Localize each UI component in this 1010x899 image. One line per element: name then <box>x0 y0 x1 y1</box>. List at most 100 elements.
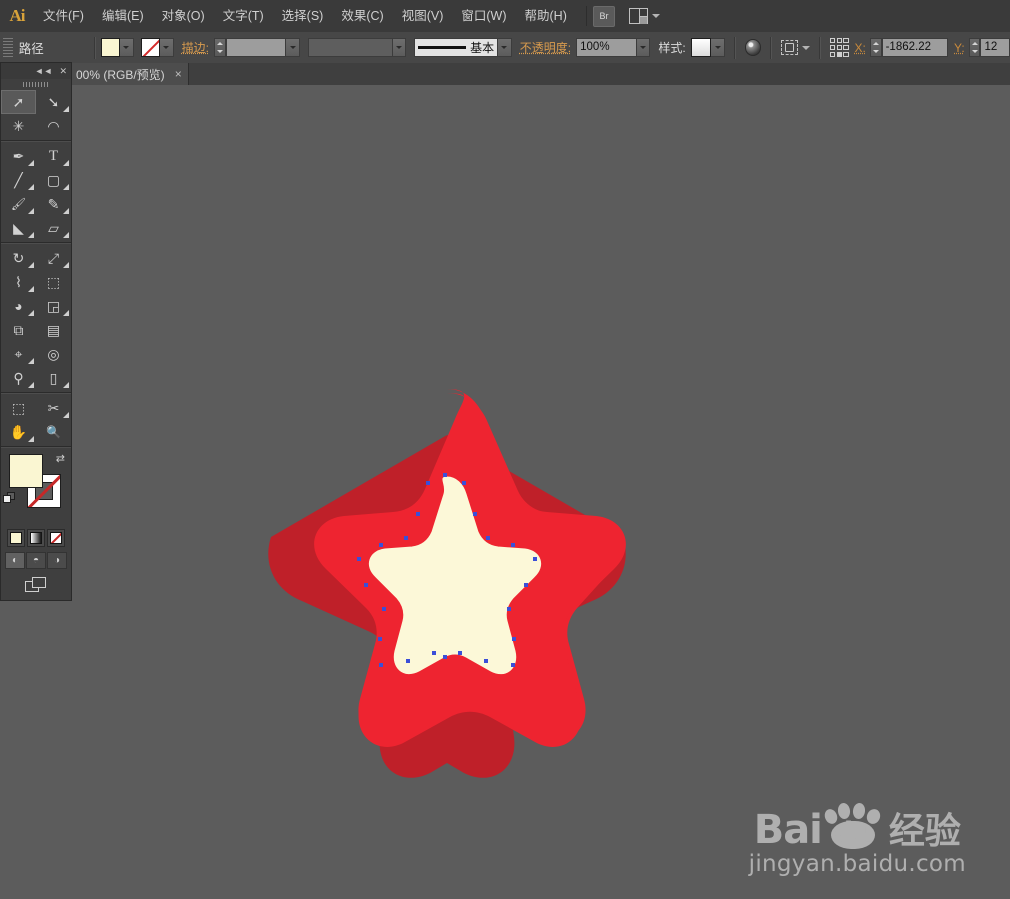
stroke-weight-stepper[interactable] <box>213 38 226 57</box>
stroke-weight-input[interactable] <box>225 38 287 57</box>
menu-item-type[interactable]: 文字(T) <box>214 0 273 32</box>
x-stepper[interactable] <box>869 38 882 57</box>
control-bar: 路径 描边: 基本 不透明度: 100% 样式: X: -1862.22 Y: … <box>0 32 1010 64</box>
menu-item-file[interactable]: 文件(F) <box>34 0 93 32</box>
tool-width[interactable]: ⌇ <box>1 270 36 294</box>
draw-mode-group: ◐ ◓ ◑ <box>1 549 71 572</box>
stroke-weight-dropdown-button[interactable] <box>286 38 300 57</box>
watermark-brand-du: du <box>833 817 873 848</box>
tool-group-selection: ➚ ➘ ✳ ◠ <box>1 90 71 138</box>
style-dropdown-button[interactable] <box>711 38 725 57</box>
tool-type[interactable]: T <box>36 144 71 168</box>
tool-mesh[interactable]: ⧉ <box>1 318 36 342</box>
tool-line-segment[interactable]: ╱ <box>1 168 36 192</box>
tool-perspective-grid[interactable]: ◲ <box>36 294 71 318</box>
tool-blend[interactable]: ◎ <box>36 342 71 366</box>
menu-item-view[interactable]: 视图(V) <box>393 0 453 32</box>
draw-inside-button[interactable]: ◑ <box>47 552 67 569</box>
default-fill-stroke-icon[interactable] <box>3 492 16 505</box>
stroke-profile-dropdown-button[interactable] <box>392 38 407 57</box>
stroke-dropdown-button[interactable] <box>159 38 174 57</box>
tool-group-transform: ↻ ⤢ ⌇ ⬚ ◕ ◲ ⧉ ▤ ⌖ ◎ ⚲ ▯ <box>1 246 71 390</box>
x-input[interactable]: -1862.22 <box>881 38 949 57</box>
menu-item-window[interactable]: 窗口(W) <box>452 0 515 32</box>
symbol-sprayer-tool-icon: ⚲ <box>13 370 24 386</box>
collapse-icon[interactable]: ◄◄ <box>35 66 53 76</box>
menu-item-select[interactable]: 选择(S) <box>273 0 333 32</box>
watermark-brand-latin: Bai <box>753 807 823 853</box>
none-mode-button[interactable] <box>47 529 65 547</box>
workspace-switcher-button[interactable] <box>629 8 660 24</box>
hand-tool-icon: ✋ <box>9 424 28 440</box>
align-object-icon[interactable] <box>781 40 799 55</box>
y-input[interactable]: 12 <box>980 38 1010 57</box>
tool-gradient[interactable]: ▤ <box>36 318 71 342</box>
tool-pen[interactable]: ✒ <box>1 144 36 168</box>
tool-rectangle[interactable]: ▢ <box>36 168 71 192</box>
tool-lasso[interactable]: ◠ <box>36 114 71 138</box>
tool-slice[interactable]: ✂ <box>36 396 71 420</box>
tool-direct-selection[interactable]: ➘ <box>36 90 71 114</box>
gradient-mode-button[interactable] <box>27 529 45 547</box>
swap-fill-stroke-icon[interactable]: ⇄ <box>56 452 65 465</box>
brush-dropdown-button[interactable] <box>498 38 512 57</box>
opacity-dropdown-button[interactable] <box>636 38 651 57</box>
tool-paintbrush[interactable]: 🖌 <box>1 192 36 216</box>
style-label: 样式: <box>658 41 686 55</box>
tool-free-transform[interactable]: ⬚ <box>36 270 71 294</box>
graphic-style-swatch[interactable] <box>690 38 712 57</box>
fill-color-control[interactable] <box>100 38 134 57</box>
stroke-color-control[interactable] <box>140 38 174 57</box>
tool-selection[interactable]: ➚ <box>1 90 36 114</box>
tool-zoom[interactable]: 🔍 <box>36 420 71 444</box>
tools-panel-grip[interactable] <box>1 79 71 90</box>
tool-pencil[interactable]: ✎ <box>36 192 71 216</box>
reference-point-selector[interactable] <box>830 38 849 57</box>
menu-item-edit[interactable]: 编辑(E) <box>93 0 153 32</box>
menu-item-effect[interactable]: 效果(C) <box>332 0 392 32</box>
menu-item-object[interactable]: 对象(O) <box>153 0 214 32</box>
tools-panel-header[interactable]: ◄◄ ✕ <box>1 63 71 79</box>
star-vector-graphic[interactable] <box>262 385 632 780</box>
tool-scale[interactable]: ⤢ <box>36 246 71 270</box>
tool-hand[interactable]: ✋ <box>1 420 36 444</box>
brush-definition-field[interactable]: 基本 <box>414 38 499 57</box>
stroke-profile-input[interactable] <box>307 38 393 57</box>
close-icon[interactable]: × <box>175 67 182 81</box>
perspective-grid-tool-icon: ◲ <box>46 298 61 314</box>
screen-mode-button[interactable] <box>1 572 71 600</box>
free-transform-tool-icon: ⬚ <box>46 274 61 290</box>
tool-magic-wand[interactable]: ✳ <box>1 114 36 138</box>
watermark-logo-row: Bai du 经验 <box>749 802 966 853</box>
fill-dropdown-button[interactable] <box>119 38 134 57</box>
stroke-none-swatch[interactable] <box>140 38 160 57</box>
tool-eyedropper[interactable]: ⌖ <box>1 342 36 366</box>
bridge-icon[interactable]: Br <box>593 5 615 27</box>
tool-blob-brush[interactable]: ◣ <box>1 216 36 240</box>
fill-indicator-swatch[interactable] <box>9 454 43 488</box>
chevron-down-icon[interactable] <box>802 45 811 50</box>
tool-symbol-sprayer[interactable]: ⚲ <box>1 366 36 390</box>
opacity-input[interactable]: 100% <box>576 38 637 57</box>
document-tab[interactable]: 00% (RGB/预览) × <box>72 63 189 85</box>
artboard-canvas[interactable]: Bai du 经验 jingyan.baidu.com <box>0 85 1010 899</box>
tool-rotate[interactable]: ↻ <box>1 246 36 270</box>
menu-item-help[interactable]: 帮助(H) <box>516 0 576 32</box>
draw-behind-button[interactable]: ◓ <box>26 552 46 569</box>
watermark-brand-cn: 经验 <box>888 810 961 851</box>
tool-column-graph[interactable]: ▯ <box>36 366 71 390</box>
close-icon[interactable]: ✕ <box>59 66 67 76</box>
y-stepper[interactable] <box>968 38 981 57</box>
app-logo-icon: Ai <box>9 6 26 25</box>
transparency-globe-icon[interactable] <box>744 39 762 56</box>
fill-swatch[interactable] <box>100 38 120 57</box>
tool-shape-builder[interactable]: ◕ <box>1 294 36 318</box>
mesh-tool-icon: ⧉ <box>13 322 24 338</box>
color-mode-button[interactable] <box>7 529 25 547</box>
tool-artboard[interactable]: ⬚ <box>1 396 36 420</box>
rounded-star-artwork[interactable] <box>262 385 632 780</box>
control-bar-grip[interactable] <box>3 37 13 58</box>
draw-normal-button[interactable]: ◐ <box>5 552 25 569</box>
line-segment-tool-icon: ╱ <box>14 172 23 188</box>
tool-eraser[interactable]: ▱ <box>36 216 71 240</box>
